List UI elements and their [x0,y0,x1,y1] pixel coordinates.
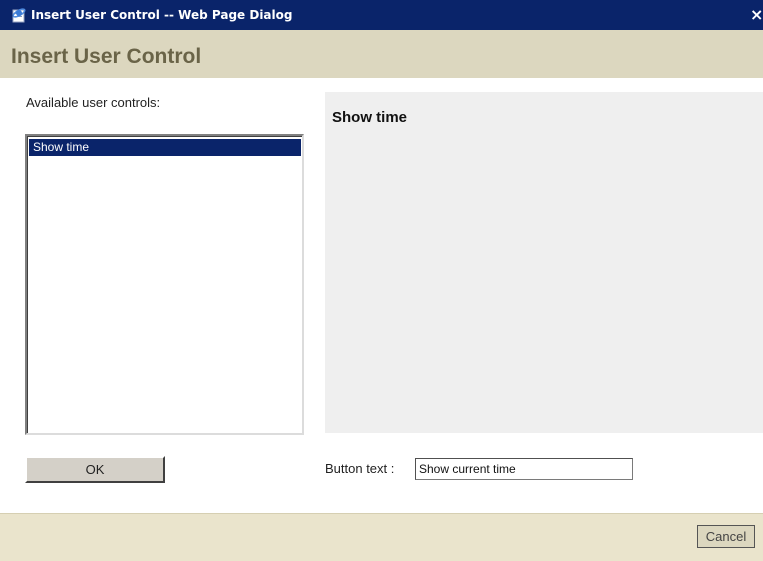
user-controls-listbox[interactable]: Show time [25,134,304,435]
list-item-show-time[interactable]: Show time [29,139,301,156]
dialog-heading: Insert User Control [11,45,202,68]
button-text-label: Button text : [325,461,395,476]
control-preview-panel: Show time [325,92,763,433]
ok-button[interactable]: OK [25,456,165,483]
cancel-button[interactable]: Cancel [697,525,755,548]
dialog-footer: Cancel [0,513,763,561]
preview-title: Show time [332,109,408,126]
dialog-header: Insert User Control [0,30,763,78]
button-text-input[interactable] [415,458,633,480]
close-icon[interactable]: × [750,5,763,25]
ie-page-icon [11,7,27,23]
window-title: Insert User Control -- Web Page Dialog [31,8,293,22]
available-controls-label: Available user controls: [26,95,161,110]
window-titlebar: Insert User Control -- Web Page Dialog × [0,0,763,30]
